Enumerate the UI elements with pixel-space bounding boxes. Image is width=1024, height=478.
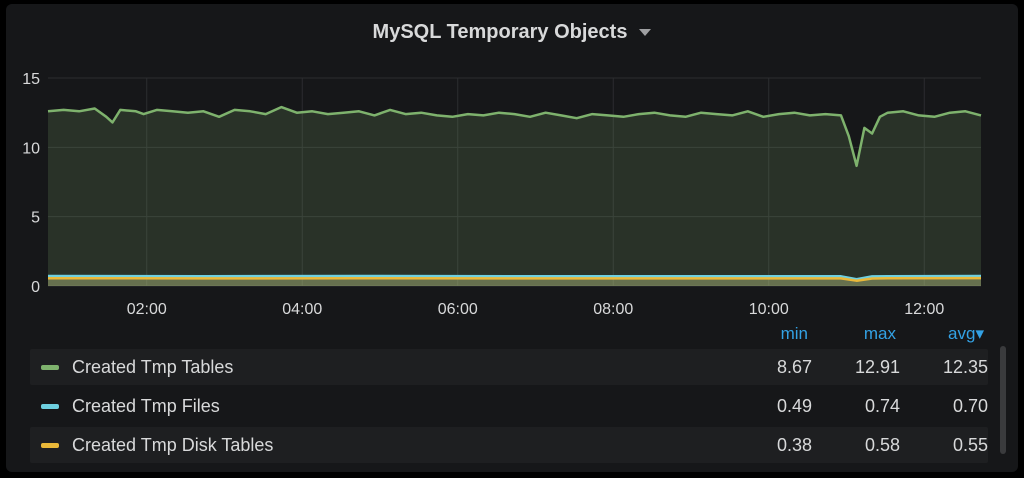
x-tick-label: 08:00	[593, 301, 633, 318]
series-area-created-tmp-tables	[48, 107, 981, 286]
y-axis: 0 5 10 15	[22, 71, 40, 296]
series-color-swatch[interactable]	[41, 403, 59, 409]
legend-header-min[interactable]: min	[748, 324, 808, 344]
legend-min-value: 8.67	[776, 356, 812, 377]
x-tick-label: 12:00	[904, 301, 944, 318]
y-tick-label: 15	[22, 71, 40, 88]
legend-avg-value: 0.70	[952, 395, 988, 416]
legend-min-value: 0.38	[776, 434, 812, 455]
legend-header-max[interactable]: max	[836, 324, 896, 344]
series-color-swatch[interactable]	[41, 364, 59, 370]
chart-area[interactable]: 0 5 10 15 02:00 04:00 06:00 08:00 10:00 12:00	[6, 4, 1018, 324]
legend-header-avg[interactable]: avg▾	[924, 324, 984, 344]
legend-max-value: 0.74	[864, 395, 900, 416]
legend-max-value: 0.58	[864, 434, 900, 455]
x-tick-label: 04:00	[282, 301, 322, 318]
legend-row-created-tmp-files[interactable]: Created Tmp Files 0.49 0.74 0.70	[30, 388, 988, 424]
chart-series	[47, 105, 982, 286]
legend-row-created-tmp-tables[interactable]: Created Tmp Tables 8.67 12.91 12.35	[30, 349, 988, 385]
legend-avg-value: 12.35	[942, 356, 988, 377]
y-tick-label: 0	[31, 279, 40, 296]
x-axis: 02:00 04:00 06:00 08:00 10:00 12:00	[127, 301, 945, 318]
x-tick-label: 06:00	[438, 301, 478, 318]
legend-min-value: 0.49	[776, 395, 812, 416]
y-tick-label: 5	[31, 210, 40, 227]
series-color-swatch[interactable]	[41, 442, 59, 448]
legend-row-created-tmp-disk-tables[interactable]: Created Tmp Disk Tables 0.38 0.58 0.55	[30, 427, 988, 463]
x-tick-label: 10:00	[749, 301, 789, 318]
y-tick-label: 10	[22, 140, 40, 157]
legend-scrollbar[interactable]	[1000, 346, 1006, 454]
x-tick-label: 02:00	[127, 301, 167, 318]
legend-max-value: 12.91	[854, 356, 900, 377]
legend-header: min max avg▾	[6, 324, 1018, 346]
graph-panel: MySQL Temporary Objects 0 5 10 15 02:00 04:0…	[6, 4, 1018, 472]
legend-avg-value: 0.55	[952, 434, 988, 455]
